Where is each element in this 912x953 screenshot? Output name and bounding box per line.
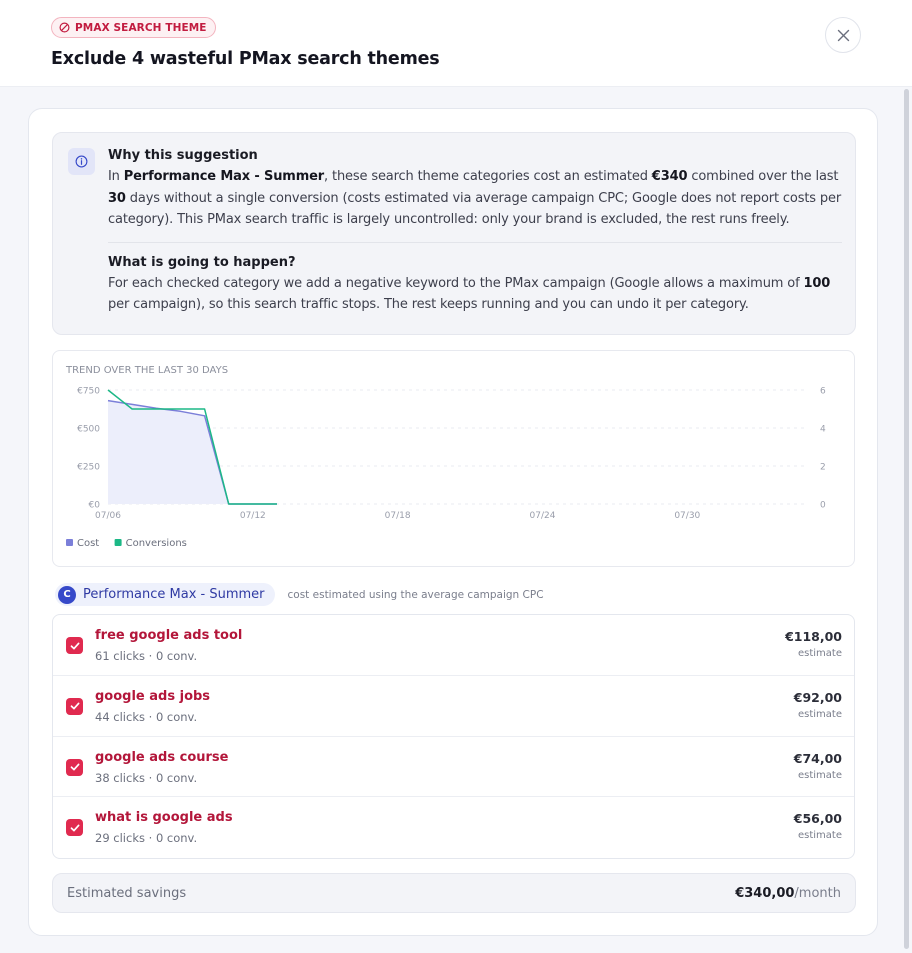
item-amount: €118,00 [785, 629, 842, 644]
legend-label-cost: Cost [77, 538, 99, 549]
y-left-tick-label: €0 [89, 501, 101, 511]
search-theme-list: free google ads tool 61 clicks · 0 conv.… [52, 614, 855, 859]
max-negatives-inline: 100 [803, 275, 831, 291]
list-item[interactable]: google ads course 38 clicks · 0 conv. €7… [53, 737, 854, 798]
dialog-header: PMAX SEARCH THEME Exclude 4 wasteful PMa… [0, 0, 912, 87]
item-amount: €74,00 [793, 750, 842, 766]
item-estimate-label: estimate [797, 769, 842, 781]
item-estimate-label: estimate [797, 830, 842, 842]
scrollbar-thumb[interactable] [904, 89, 909, 949]
campaign-name: Performance Max - Summer [83, 587, 265, 602]
check-icon [70, 763, 79, 771]
close-button[interactable] [825, 17, 861, 53]
y-right-tick-label: 0 [820, 501, 826, 511]
item-checkbox[interactable] [66, 819, 83, 837]
check-icon [70, 642, 79, 649]
close-icon [837, 29, 849, 41]
trend-chart-svg: TREND OVER THE LAST 30 DAYS €0 €250 €500 €75… [65, 365, 826, 549]
item-name: google ads course [95, 749, 229, 765]
item-stats: 44 clicks · 0 conv. [95, 709, 198, 724]
campaign-header: C Performance Max - Summer cost estimate… [55, 583, 544, 606]
y-right-tick-label: 4 [820, 425, 826, 435]
item-checkbox[interactable] [66, 758, 83, 776]
y-right-tick-label: 6 [820, 387, 826, 397]
item-checkbox[interactable] [66, 637, 83, 654]
why-heading: Why this suggestion [108, 148, 258, 163]
x-tick-label: 07/06 [95, 511, 121, 521]
campaign-name-inline: Performance Max - Summer [123, 169, 325, 184]
category-badge: PMAX SEARCH THEME [51, 17, 216, 38]
info-icon [68, 148, 95, 175]
list-item[interactable]: google ads jobs 44 clicks · 0 conv. €92,… [53, 676, 854, 737]
savings-amount: €340,00 [735, 886, 795, 901]
item-name: google ads jobs [95, 688, 211, 704]
x-tick-label: 07/30 [674, 511, 700, 521]
campaign-chip: C Performance Max - Summer [55, 583, 275, 606]
check-icon [70, 824, 79, 832]
item-stats: 38 clicks · 0 conv. [95, 770, 198, 785]
item-stats: 29 clicks · 0 conv. [95, 831, 198, 846]
scrollbar[interactable] [904, 87, 909, 953]
savings-value: €340,00/month [735, 886, 841, 901]
savings-unit: /month [794, 886, 841, 901]
item-name: what is google ads [95, 810, 233, 826]
legend-swatch-cost [66, 539, 73, 546]
badge-label: PMAX SEARCH THEME [75, 21, 207, 34]
savings-summary: Estimated savings €340,00/month [52, 873, 856, 913]
legend-swatch-conversions [114, 539, 122, 546]
savings-label: Estimated savings [67, 886, 187, 901]
why-text: In Performance Max - Summer, these searc… [108, 169, 842, 227]
campaign-avatar: C [58, 585, 76, 604]
item-stats: 61 clicks · 0 conv. [95, 649, 198, 663]
dialog-title: Exclude 4 wasteful PMax search themes [51, 49, 440, 69]
chart-title: TREND OVER THE LAST 30 DAYS [65, 365, 228, 376]
what-heading: What is going to happen? [108, 254, 296, 270]
suggestion-card: Why this suggestion In Performance Max -… [28, 108, 878, 936]
list-item[interactable]: what is google ads 29 clicks · 0 conv. €… [53, 797, 854, 858]
divider [108, 241, 842, 243]
estimated-cost-inline: €340 [651, 169, 688, 184]
list-item[interactable]: free google ads tool 61 clicks · 0 conv.… [53, 615, 854, 676]
prohibited-icon [59, 22, 70, 33]
item-estimate-label: estimate [797, 708, 842, 720]
legend-label-conversions: Conversions [126, 538, 187, 549]
y-right-tick-label: 2 [820, 463, 826, 473]
x-tick-label: 07/24 [530, 511, 556, 521]
x-tick-label: 07/12 [240, 511, 266, 521]
what-text: For each checked category we add a negat… [108, 275, 831, 313]
item-amount: €92,00 [793, 689, 842, 705]
y-left-tick-label: €750 [77, 387, 100, 397]
item-name: free google ads tool [95, 628, 243, 643]
check-icon [70, 702, 79, 710]
item-amount: €56,00 [793, 811, 842, 827]
series-area-cost [108, 400, 277, 504]
trend-chart: TREND OVER THE LAST 30 DAYS €0 €250 €500 €75… [52, 350, 855, 567]
item-checkbox[interactable] [66, 697, 83, 715]
days-inline: 30 [108, 190, 126, 206]
x-tick-label: 07/18 [385, 511, 411, 521]
explanation-panel: Why this suggestion In Performance Max -… [52, 132, 856, 335]
y-left-tick-label: €500 [77, 425, 100, 435]
y-left-tick-label: €250 [77, 463, 100, 473]
campaign-note: cost estimated using the average campaig… [287, 588, 544, 601]
item-estimate-label: estimate [797, 648, 842, 659]
